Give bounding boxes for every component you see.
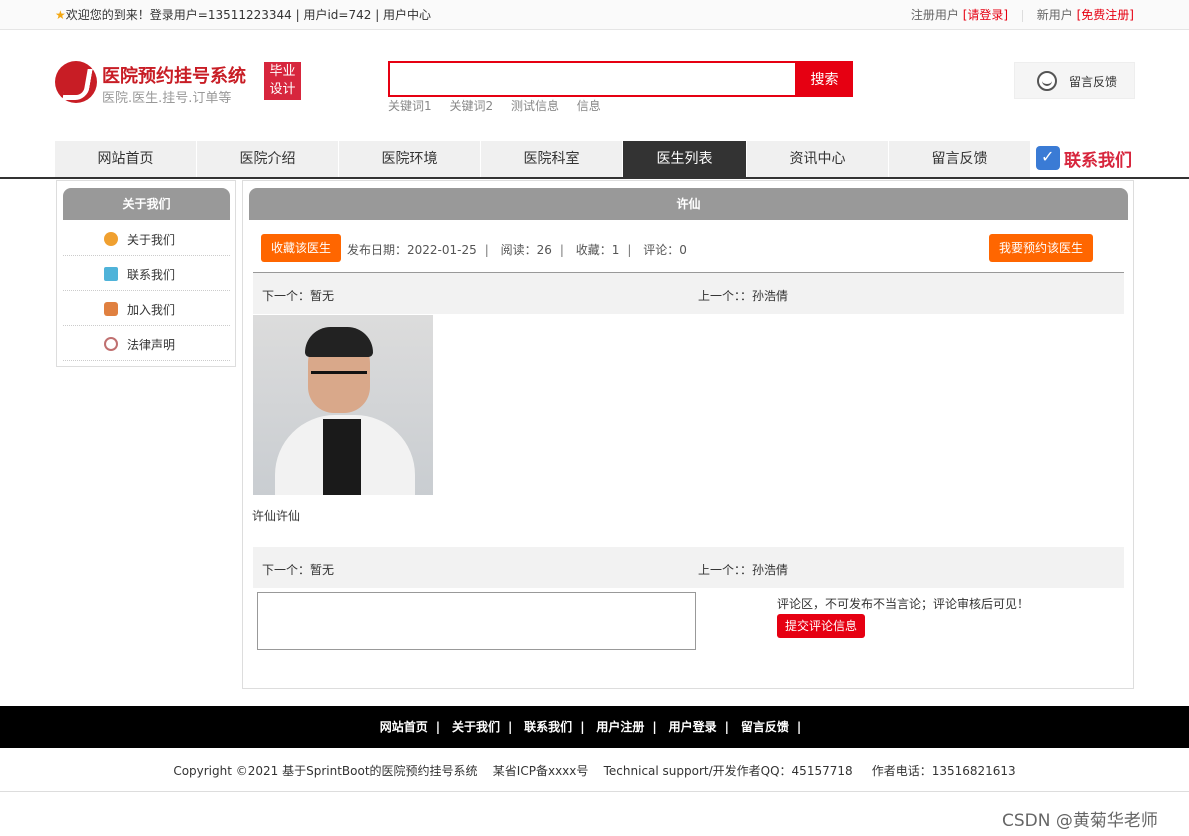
account-links: 注册用户 [请登录] 新用户 [免费注册] <box>911 6 1134 23</box>
sidebar: 关于我们 关于我们 联系我们 加入我们 法律声明 <box>56 180 236 367</box>
sidebar-item-join[interactable]: 加入我们 <box>63 291 230 326</box>
star-icon: ★ <box>55 8 66 22</box>
top-bar: ★欢迎您的到来！登录用户=13511223344 | 用户id=742 | 用户… <box>0 0 1189 30</box>
graduation-badge: 毕业 设计 <box>264 62 301 100</box>
register-label: 注册用户 <box>910 8 959 22</box>
book-doctor-button[interactable]: 我要预约该医生 <box>989 234 1094 262</box>
prev-next-nav-bottom: 下一个：暂无 上一个：：孙浩倩 <box>253 547 1124 588</box>
comment-hint: 评论区，不可发布不当言论；评论审核后可见！ <box>777 597 1030 611</box>
footer-link-feedback[interactable]: 留言反馈 <box>741 720 789 734</box>
prev-next-nav: 下一个：暂无 上一个：：孙浩倩 <box>253 273 1124 314</box>
power-icon <box>104 337 118 351</box>
divider <box>1021 9 1023 22</box>
login-link[interactable]: [请登录] <box>963 8 1008 22</box>
checkmark-icon <box>1036 146 1060 170</box>
copyright-text: Copyright ©2021 基于SprintBoot的医院预约挂号系统 某省… <box>173 764 1016 778</box>
search-input[interactable] <box>388 61 797 97</box>
prev-link[interactable]: 上一个：：孙浩倩 <box>698 287 788 304</box>
nav-item-home[interactable]: 网站首页 <box>55 141 197 177</box>
site-logo[interactable]: 医院预约挂号系统 医院.医生.挂号.订单等 毕业 设计 <box>55 60 305 106</box>
submit-comment-button[interactable]: 提交评论信息 <box>777 614 866 638</box>
footer-link-about[interactable]: 关于我们 <box>452 720 500 734</box>
sidebar-title: 关于我们 <box>63 188 230 220</box>
read-count: 阅读：26 <box>500 243 552 257</box>
nav-item-news[interactable]: 资讯中心 <box>747 141 889 177</box>
sidebar-item-legal[interactable]: 法律声明 <box>63 326 230 361</box>
circle-icon <box>104 232 118 246</box>
nav-item-feedback[interactable]: 留言反馈 <box>889 141 1031 177</box>
logo-title: 医院预约挂号系统 <box>102 66 246 87</box>
search-button[interactable]: 搜索 <box>796 61 853 97</box>
comment-count: 评论：0 <box>643 243 687 257</box>
footer-nav: 网站首页 | 关于我们 | 联系我们 | 用户注册 | 用户登录 | 留言反馈 | <box>0 706 1189 748</box>
doctor-description: 许仙许仙 <box>252 509 301 523</box>
keyword-link[interactable]: 测试信息 <box>511 99 559 113</box>
footer-link-contact[interactable]: 联系我们 <box>524 720 572 734</box>
next-link[interactable]: 下一个：暂无 <box>262 561 334 578</box>
nav-item-hospital-intro[interactable]: 医院介绍 <box>197 141 339 177</box>
collect-doctor-button[interactable]: 收藏该医生 <box>261 234 342 262</box>
prev-link[interactable]: 上一个：：孙浩倩 <box>698 561 788 578</box>
footer-link-login[interactable]: 用户登录 <box>669 720 717 734</box>
free-register-link[interactable]: [免费注册] <box>1077 8 1134 22</box>
favorite-count: 收藏：1 <box>575 243 620 257</box>
document-icon <box>104 267 118 281</box>
sidebar-item-contact[interactable]: 联系我们 <box>63 256 230 291</box>
keyword-link[interactable]: 关键词2 <box>449 99 493 113</box>
headset-icon <box>1037 71 1057 91</box>
search-bar: 搜索 <box>388 61 853 97</box>
nav-item-departments[interactable]: 医院科室 <box>481 141 623 177</box>
footer-link-register[interactable]: 用户注册 <box>596 720 644 734</box>
logo-subtitle: 医院.医生.挂号.订单等 <box>102 91 232 106</box>
publish-date: 发布日期：2022-01-25 <box>347 243 477 257</box>
doctor-name-title: 许仙 <box>249 188 1128 220</box>
keyword-link[interactable]: 关键词1 <box>388 99 432 113</box>
doctor-detail-panel: 许仙 收藏该医生 发布日期：2022-01-25 | 阅读：26 | 收藏：1 | 评… <box>242 180 1134 689</box>
main-nav: 网站首页 医院介绍 医院环境 医院科室 医生列表 资讯中心 留言反馈 <box>55 141 1135 177</box>
divider <box>0 791 1189 792</box>
feedback-button[interactable]: 留言反馈 <box>1014 62 1135 99</box>
nav-underline <box>0 177 1189 179</box>
article-meta: 发布日期：2022-01-25 | 阅读：26 | 收藏：1 | 评论：0 <box>347 243 687 257</box>
newuser-label: 新用户 <box>1036 8 1073 22</box>
doctor-photo <box>253 315 433 495</box>
nav-item-doctors[interactable]: 医生列表 <box>623 141 747 177</box>
lock-icon <box>104 302 118 316</box>
keyword-link[interactable]: 信息 <box>577 99 601 113</box>
comment-textarea[interactable] <box>257 592 696 650</box>
welcome-text: ★欢迎您的到来！登录用户=13511223344 | 用户id=742 | 用户… <box>55 8 432 22</box>
nav-item-environment[interactable]: 医院环境 <box>339 141 481 177</box>
next-link[interactable]: 下一个：暂无 <box>262 287 334 304</box>
sidebar-item-about[interactable]: 关于我们 <box>63 221 230 256</box>
logo-icon <box>55 61 97 103</box>
search-keywords: 关键词1 关键词2 测试信息 信息 <box>388 97 615 114</box>
watermark: CSDN @黄菊华老师 <box>1002 811 1158 831</box>
footer-link-home[interactable]: 网站首页 <box>380 720 428 734</box>
